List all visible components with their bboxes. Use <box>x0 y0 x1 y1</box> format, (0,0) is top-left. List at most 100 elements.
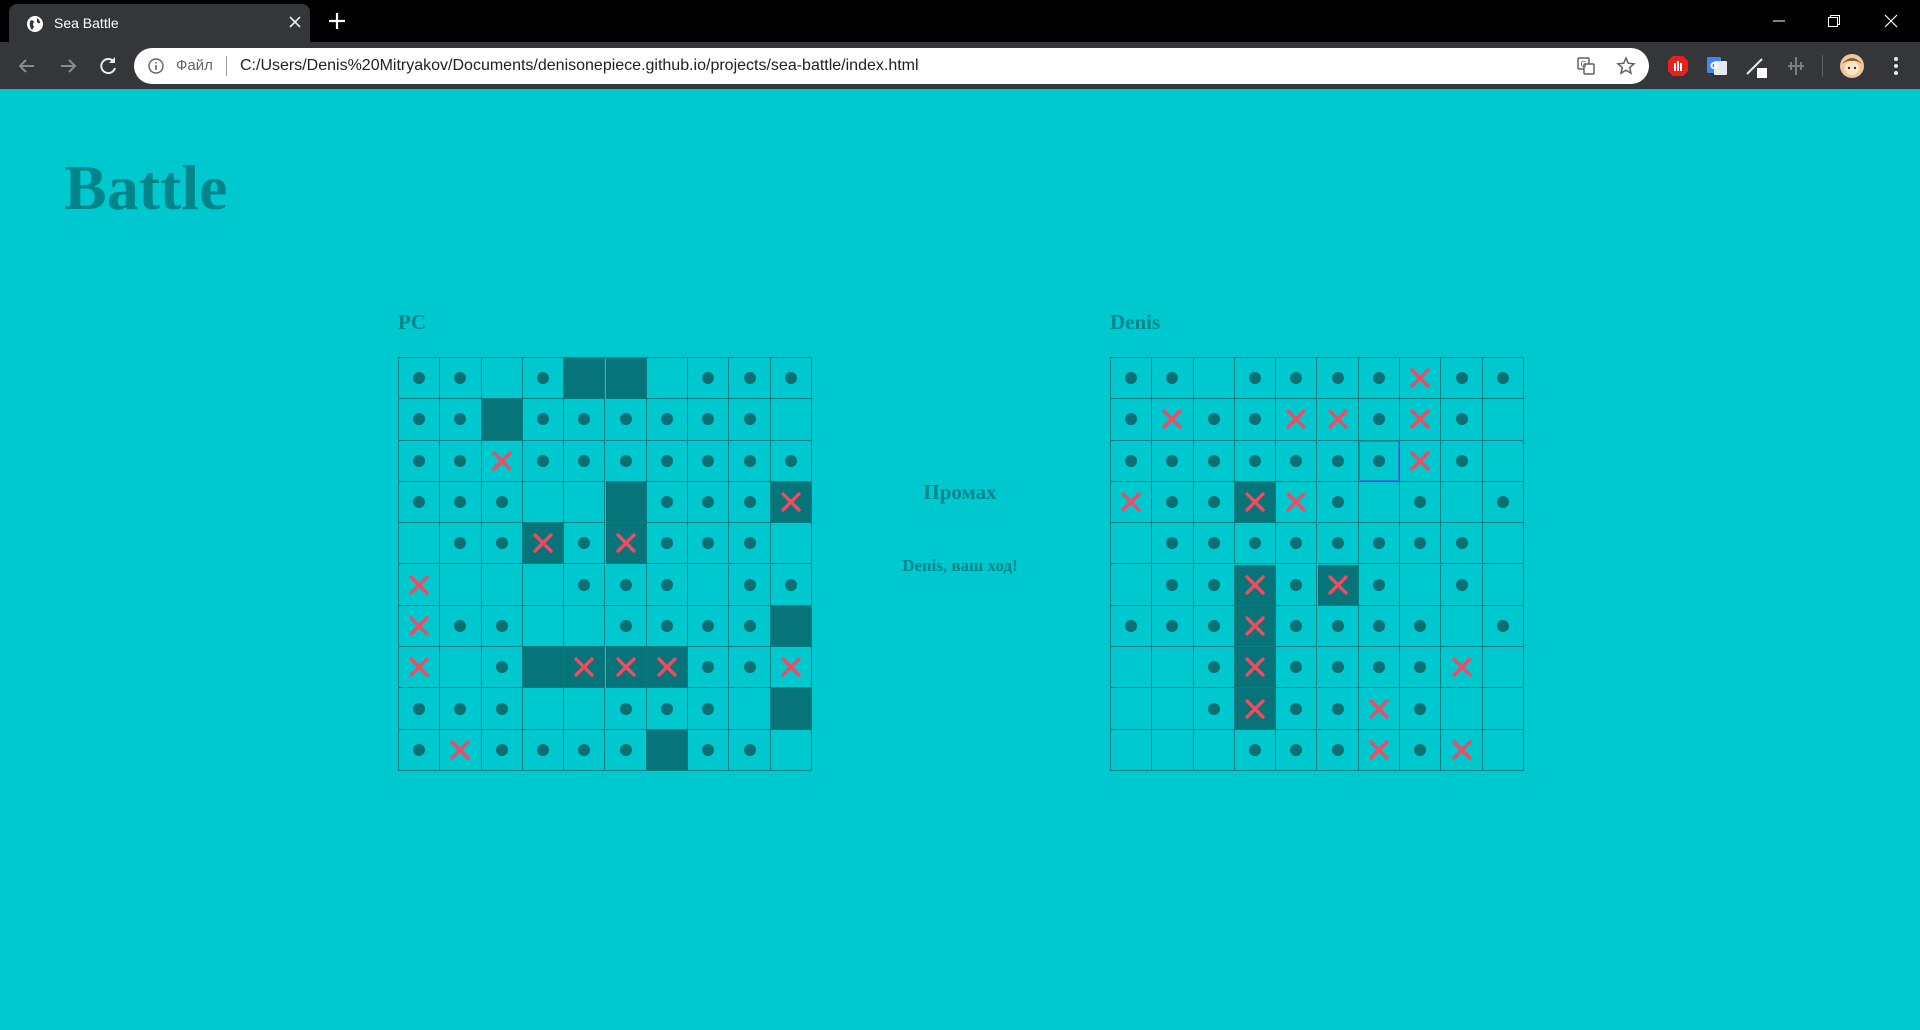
board-cell[interactable] <box>605 523 647 565</box>
profile-avatar-icon[interactable] <box>1838 52 1866 80</box>
board-cell[interactable] <box>522 358 565 400</box>
board-cell[interactable] <box>688 688 730 730</box>
menu-kebab-icon[interactable] <box>1882 52 1910 80</box>
board-cell[interactable] <box>564 481 606 524</box>
translate-icon[interactable]: G <box>1576 56 1596 76</box>
board-cell[interactable] <box>605 729 647 771</box>
address-bar[interactable]: Файл C:/Users/Denis%20Mitryakov/Document… <box>134 48 1649 84</box>
board-cell[interactable] <box>399 647 441 689</box>
board-cell[interactable] <box>646 647 689 689</box>
board-cell[interactable] <box>770 358 812 400</box>
board-cell[interactable] <box>481 605 523 648</box>
board-cell[interactable] <box>481 399 523 441</box>
close-window-button[interactable] <box>1862 0 1920 42</box>
ruler-extension-icon[interactable] <box>1782 52 1810 80</box>
board-cell[interactable] <box>399 399 441 441</box>
board-cell[interactable] <box>564 564 606 606</box>
board-cell[interactable] <box>729 688 771 730</box>
pc-board[interactable] <box>398 357 812 771</box>
board-cell[interactable] <box>399 564 441 606</box>
board-cell[interactable] <box>605 688 647 730</box>
board-cell[interactable] <box>522 688 565 730</box>
board-cell[interactable] <box>688 564 730 606</box>
board-cell[interactable] <box>481 688 523 730</box>
board-cell[interactable] <box>646 481 689 524</box>
board-cell[interactable] <box>522 481 565 524</box>
board-cell[interactable] <box>729 523 771 565</box>
browser-tab[interactable]: Sea Battle <box>9 4 310 42</box>
board-cell[interactable] <box>564 688 606 730</box>
board-cell[interactable] <box>605 647 647 689</box>
adblock-extension-icon[interactable] <box>1664 52 1692 80</box>
info-icon[interactable] <box>148 58 164 74</box>
reload-icon[interactable] <box>94 52 122 80</box>
board-cell[interactable] <box>646 358 689 400</box>
board-cell[interactable] <box>770 481 812 524</box>
board-cell[interactable] <box>564 647 606 689</box>
board-cell[interactable] <box>729 481 771 524</box>
restore-button[interactable] <box>1805 0 1863 42</box>
board-cell[interactable] <box>481 647 523 689</box>
url-text[interactable]: C:/Users/Denis%20Mitryakov/Documents/den… <box>240 57 919 75</box>
board-cell[interactable] <box>605 605 647 648</box>
board-cell[interactable] <box>605 440 647 482</box>
board-cell[interactable] <box>440 605 482 648</box>
board-cell[interactable] <box>440 688 482 730</box>
board-cell[interactable] <box>688 523 730 565</box>
back-icon[interactable] <box>13 52 41 80</box>
board-cell[interactable] <box>688 647 730 689</box>
board-cell[interactable] <box>605 358 647 400</box>
board-cell[interactable] <box>399 523 441 565</box>
board-cell[interactable] <box>770 440 812 482</box>
board-cell[interactable] <box>440 358 482 400</box>
board-cell[interactable] <box>729 440 771 482</box>
board-cell[interactable] <box>399 605 441 648</box>
board-cell[interactable] <box>564 523 606 565</box>
board-cell[interactable] <box>770 647 812 689</box>
board-cell[interactable] <box>481 564 523 606</box>
board-cell[interactable] <box>646 729 689 771</box>
board-cell[interactable] <box>399 440 441 482</box>
board-cell[interactable] <box>440 481 482 524</box>
board-cell[interactable] <box>522 729 565 771</box>
board-cell[interactable] <box>770 605 812 648</box>
board-cell[interactable] <box>481 523 523 565</box>
board-cell[interactable] <box>481 440 523 482</box>
board-cell[interactable] <box>646 399 689 441</box>
board-cell[interactable] <box>440 523 482 565</box>
board-cell[interactable] <box>770 399 812 441</box>
board-cell[interactable] <box>770 523 812 565</box>
forward-icon[interactable] <box>54 52 82 80</box>
board-cell[interactable] <box>564 605 606 648</box>
board-cell[interactable] <box>399 358 441 400</box>
bookmark-star-icon[interactable] <box>1616 56 1636 76</box>
board-cell[interactable] <box>440 564 482 606</box>
board-cell[interactable] <box>522 564 565 606</box>
google-translate-extension-icon[interactable]: G <box>1703 52 1731 80</box>
board-cell[interactable] <box>688 440 730 482</box>
board-cell[interactable] <box>399 481 441 524</box>
board-cell[interactable] <box>770 564 812 606</box>
board-cell[interactable] <box>646 688 689 730</box>
board-cell[interactable] <box>770 729 812 771</box>
board-cell[interactable] <box>646 523 689 565</box>
board-cell[interactable] <box>522 399 565 441</box>
board-cell[interactable] <box>770 688 812 730</box>
board-cell[interactable] <box>399 688 441 730</box>
board-cell[interactable] <box>481 358 523 400</box>
board-cell[interactable] <box>688 605 730 648</box>
board-cell[interactable] <box>646 605 689 648</box>
board-cell[interactable] <box>729 605 771 648</box>
board-cell[interactable] <box>729 399 771 441</box>
board-cell[interactable] <box>564 729 606 771</box>
board-cell[interactable] <box>522 647 565 689</box>
board-cell[interactable] <box>646 440 689 482</box>
board-cell[interactable] <box>605 564 647 606</box>
board-cell[interactable] <box>564 399 606 441</box>
board-cell[interactable] <box>440 440 482 482</box>
board-cell[interactable] <box>605 399 647 441</box>
board-cell[interactable] <box>481 729 523 771</box>
board-cell[interactable] <box>440 399 482 441</box>
pen-extension-icon[interactable] <box>1742 52 1770 80</box>
board-cell[interactable] <box>729 729 771 771</box>
